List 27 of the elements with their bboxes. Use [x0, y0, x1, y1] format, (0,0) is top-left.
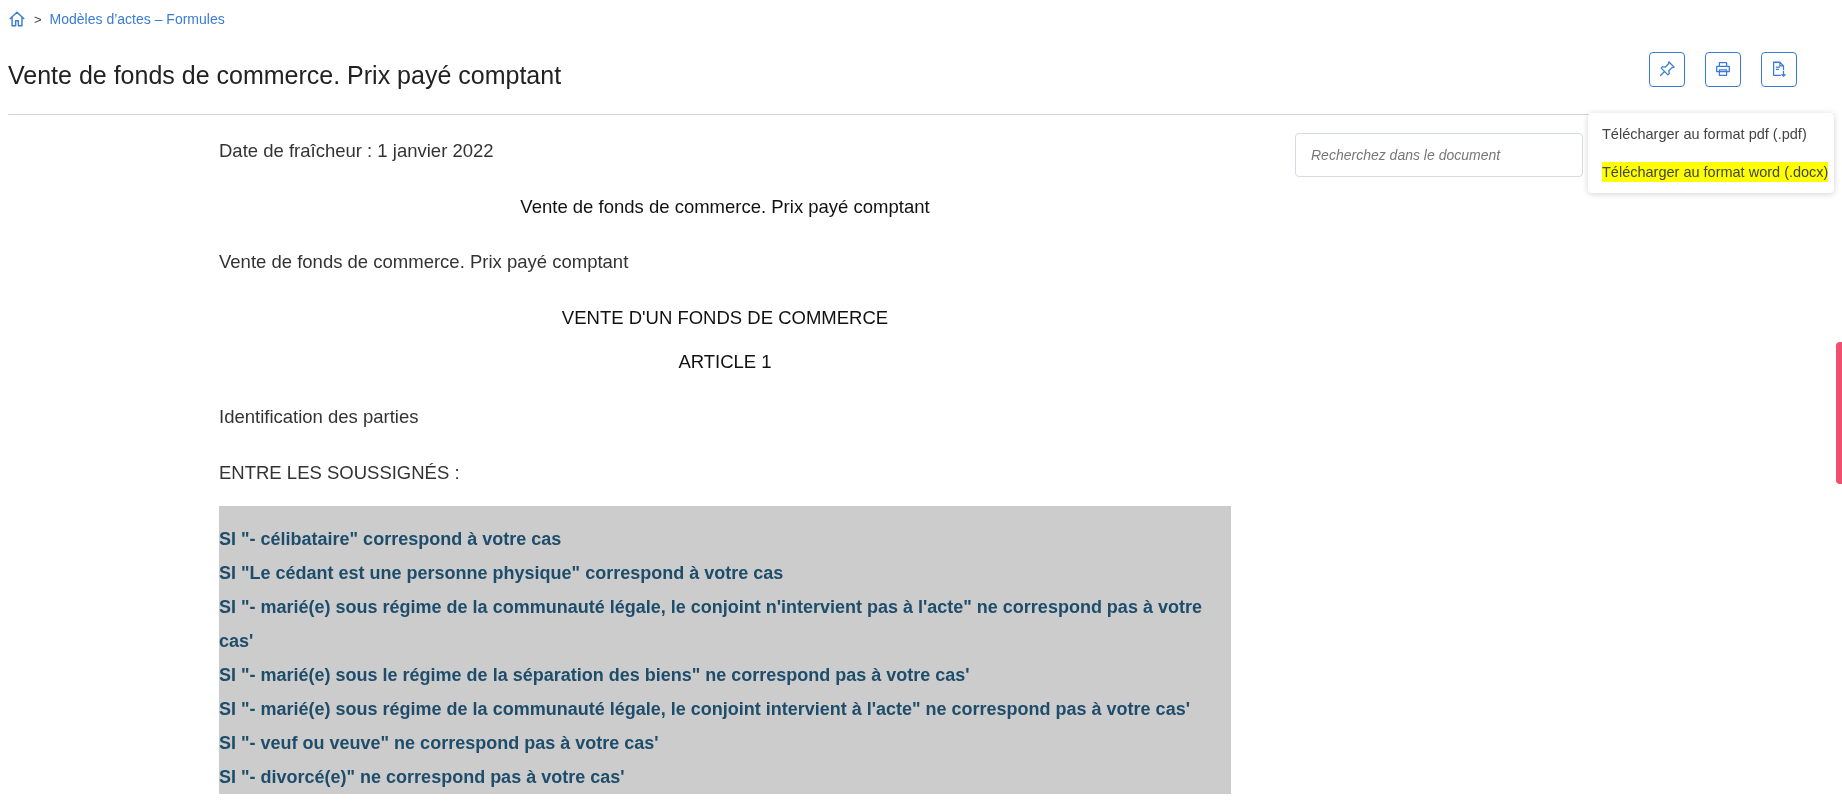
document-paragraph: VENTE D'UN FONDS DE COMMERCE — [560, 305, 890, 330]
document-paragraph: Vente de fonds de commerce. Prix payé comptant — [519, 194, 931, 219]
condition-line: SI "- marié(e) sous régime de la communauté légale, le conjoint n'intervient pas à l'acte" ne correspond pas à votre cas' — [219, 596, 1203, 653]
document-download-icon — [1770, 60, 1788, 78]
search-field[interactable]: Recherchez dans le document — [1295, 133, 1583, 177]
breadcrumb-separator: > — [34, 11, 42, 27]
download-button[interactable] — [1761, 51, 1797, 87]
menu-item[interactable]: Télécharger au format pdf (.pdf) — [1588, 115, 1834, 153]
condition-line: SI "- marié(e) sous le régime de la séparation des biens" ne correspond pas à votre cas' — [219, 664, 971, 687]
menu-item[interactable]: Télécharger au format word (.docx) — [1588, 153, 1834, 191]
page-title: Vente de fonds de commerce. Prix payé comptant — [8, 59, 562, 90]
document-paragraph: ENTRE LES SOUSSIGNÉS : — [219, 460, 461, 485]
condition-line: SI "Le cédant est une personne physique" correspond à votre cas — [219, 562, 785, 585]
print-button[interactable] — [1705, 51, 1741, 87]
condition-line: SI "- marié(e) sous régime de la communauté légale, le conjoint intervient à l'acte" ne correspond pas à votre cas' — [219, 698, 1191, 721]
document-paragraph: ARTICLE 1 — [677, 350, 773, 374]
document-paragraph: Vente de fonds de commerce. Prix payé comptant — [219, 250, 630, 274]
condition-line: SI "- divorcé(e)" ne correspond pas à votre cas' — [219, 766, 626, 789]
condition-line: SI "- veuf ou veuve" ne correspond pas à votre cas' — [219, 732, 660, 755]
document-paragraph: Date de fraîcheur : 1 janvier 2022 — [219, 139, 495, 163]
condition-line: SI "- célibataire" correspond à votre cas — [219, 528, 563, 551]
pin-icon — [1658, 60, 1676, 78]
printer-icon — [1714, 60, 1732, 78]
pin-button[interactable] — [1649, 51, 1685, 87]
home-icon[interactable] — [8, 10, 26, 28]
breadcrumb-link[interactable]: Modèles d’actes – Formules — [49, 11, 225, 27]
document-paragraph: Identification des parties — [219, 405, 420, 429]
